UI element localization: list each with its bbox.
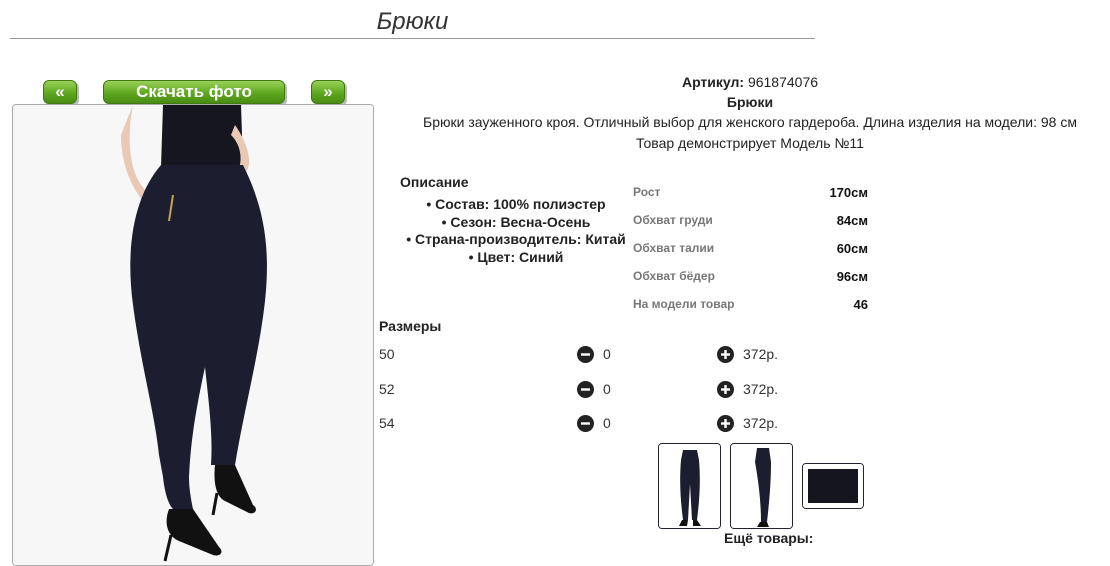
quantity-value: 0 [603, 415, 611, 431]
thumbnail-fabric[interactable] [802, 463, 864, 509]
measurement-value: 96см [836, 268, 868, 284]
quantity-value: 0 [603, 381, 611, 397]
more-products-heading: Ещё товары: [724, 530, 814, 546]
model-measurements: Рост 170см Обхват груди 84см Обхват тали… [633, 178, 868, 318]
thumbnail-image [731, 444, 792, 528]
measurement-row: Обхват бёдер 96см [633, 262, 868, 290]
quantity-value: 0 [603, 346, 611, 362]
minus-circle-icon[interactable] [577, 381, 594, 398]
description-item: • Сезон: Весна-Осень [441, 213, 591, 230]
measurement-row: Обхват талии 60см [633, 234, 868, 262]
title-divider [10, 38, 815, 39]
size-value: 54 [379, 415, 395, 431]
prev-photo-button[interactable]: « [43, 80, 77, 104]
model-note: Товар демонстрирует Модель №11 [636, 135, 864, 151]
plus-circle-icon[interactable] [717, 381, 734, 398]
size-price: 372р. [743, 346, 779, 362]
description-title: Описание [400, 174, 469, 190]
measurement-row: Рост 170см [633, 178, 868, 206]
measurement-value: 170см [829, 184, 868, 200]
plus-circle-icon[interactable] [717, 415, 734, 432]
thumbnail-front[interactable] [658, 443, 721, 529]
description-item: • Состав: 100% полиэстер [426, 196, 606, 212]
next-photo-button[interactable]: » [311, 80, 345, 104]
size-row: 50 0 372р. [379, 343, 799, 367]
article-label: Артикул: [681, 74, 745, 90]
size-row: 52 0 372р. [379, 378, 799, 402]
article-line: Артикул: 961874076 [400, 74, 1100, 90]
page-title: Брюки [376, 8, 449, 35]
size-row: 54 0 372р. [379, 412, 799, 436]
download-photo-button[interactable]: Скачать фото [103, 80, 285, 104]
measurement-row: На модели товар 46 [633, 290, 868, 318]
product-summary: Брюки зауженного кроя. Отличный выбор дл… [423, 114, 1077, 130]
minus-circle-icon[interactable] [577, 346, 594, 363]
measurement-label: Обхват талии [633, 241, 715, 255]
thumbnail-image [659, 444, 720, 528]
size-price: 372р. [743, 381, 779, 397]
measurement-label: Рост [633, 185, 661, 199]
measurement-value: 84см [836, 212, 868, 228]
product-name: Брюки [726, 94, 774, 110]
size-price: 372р. [743, 415, 779, 431]
article-value: 961874076 [747, 74, 819, 90]
measurement-value: 46 [853, 296, 868, 312]
main-product-photo[interactable] [12, 104, 374, 566]
description-list: • Состав: 100% полиэстер • Сезон: Весна-… [400, 196, 632, 266]
description-item: • Цвет: Синий [468, 248, 564, 265]
minus-circle-icon[interactable] [577, 415, 594, 432]
measurement-row: Обхват груди 84см [633, 206, 868, 234]
size-value: 50 [379, 346, 395, 362]
size-value: 52 [379, 381, 395, 397]
measurement-label: На модели товар [633, 297, 735, 311]
description-item: • Страна-производитель: Китай [406, 231, 626, 247]
measurement-label: Обхват бёдер [633, 269, 715, 283]
thumbnail-side[interactable] [730, 443, 793, 529]
sizes-title: Размеры [379, 318, 442, 334]
measurement-label: Обхват груди [633, 213, 713, 227]
plus-circle-icon[interactable] [717, 346, 734, 363]
pants-model-illustration [13, 105, 373, 565]
fabric-swatch [803, 464, 863, 508]
measurement-value: 60см [836, 240, 868, 256]
